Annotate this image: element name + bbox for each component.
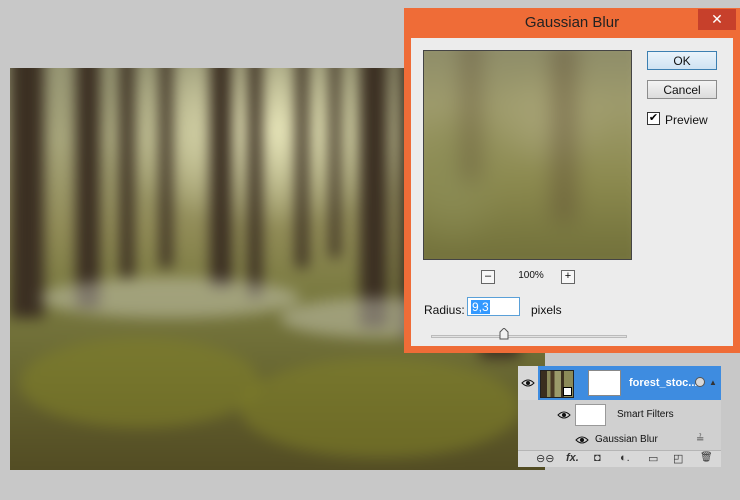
adjustment-layer-icon[interactable]: ◐.	[620, 452, 630, 464]
smart-object-icon	[695, 377, 705, 387]
scroll-up-icon[interactable]: ▲	[709, 378, 717, 387]
fx-icon[interactable]: fx.	[566, 452, 579, 464]
radius-slider-track[interactable]	[431, 335, 627, 338]
smart-filters-row[interactable]: Smart Filters	[518, 400, 721, 431]
cancel-button[interactable]: Cancel	[647, 80, 717, 99]
new-layer-icon[interactable]: ◰	[673, 452, 683, 465]
radius-slider-thumb[interactable]	[499, 328, 509, 340]
zoom-out-button[interactable]: –	[481, 270, 495, 284]
eye-icon[interactable]	[557, 410, 571, 420]
preview-label: Preview	[665, 113, 708, 127]
layers-toolbar: ⊖⊖ fx. ◘ ◐. ▭ ◰ 🗑	[518, 450, 721, 467]
checkmark-icon: ✔	[648, 112, 659, 124]
layer-row[interactable]: forest_stoc... ▲	[518, 366, 721, 400]
eye-icon[interactable]	[575, 435, 589, 445]
radius-label: Radius:	[424, 303, 465, 317]
radius-input[interactable]: 9,3	[467, 297, 520, 316]
link-layers-icon[interactable]: ⊖⊖	[536, 452, 554, 465]
gaussian-blur-dialog: Gaussian Blur ✕ – 100% + Radius: 9,3 pix…	[404, 8, 740, 353]
ok-button[interactable]: OK	[647, 51, 717, 70]
plus-icon: +	[564, 270, 572, 282]
smart-object-badge-icon	[563, 387, 572, 396]
preview-image	[424, 51, 631, 259]
layer-thumbnail[interactable]	[540, 370, 574, 398]
zoom-in-button[interactable]: +	[561, 270, 575, 284]
dialog-titlebar[interactable]: Gaussian Blur ✕	[404, 8, 740, 38]
radius-value: 9,3	[471, 300, 490, 314]
filter-blending-options-icon[interactable]: ≟	[696, 434, 704, 445]
dialog-title: Gaussian Blur	[524, 14, 620, 31]
dialog-body: – 100% + Radius: 9,3 pixels OK Cancel ✔ …	[411, 38, 733, 346]
filter-preview[interactable]	[423, 50, 632, 260]
group-folder-icon[interactable]: ▭	[648, 452, 658, 465]
smart-filters-label: Smart Filters	[617, 409, 674, 420]
filter-row-gaussian-blur[interactable]: Gaussian Blur ≟	[518, 430, 721, 450]
filter-name: Gaussian Blur	[595, 434, 658, 445]
radius-unit: pixels	[531, 303, 562, 317]
filter-mask-thumbnail[interactable]	[588, 370, 621, 396]
trash-icon[interactable]: 🗑	[700, 452, 713, 463]
smart-filter-mask-thumbnail[interactable]	[575, 404, 606, 426]
preview-checkbox[interactable]: ✔	[647, 112, 660, 125]
close-icon: ✕	[711, 11, 723, 27]
close-button[interactable]: ✕	[698, 9, 736, 30]
eye-icon[interactable]	[521, 378, 535, 388]
layer-name[interactable]: forest_stoc...	[629, 377, 697, 389]
zoom-level: 100%	[518, 270, 544, 281]
minus-icon: –	[484, 270, 492, 282]
add-mask-icon[interactable]: ◘	[594, 452, 601, 464]
layers-panel: forest_stoc... ▲ Smart Filters Gaussian …	[518, 366, 721, 467]
